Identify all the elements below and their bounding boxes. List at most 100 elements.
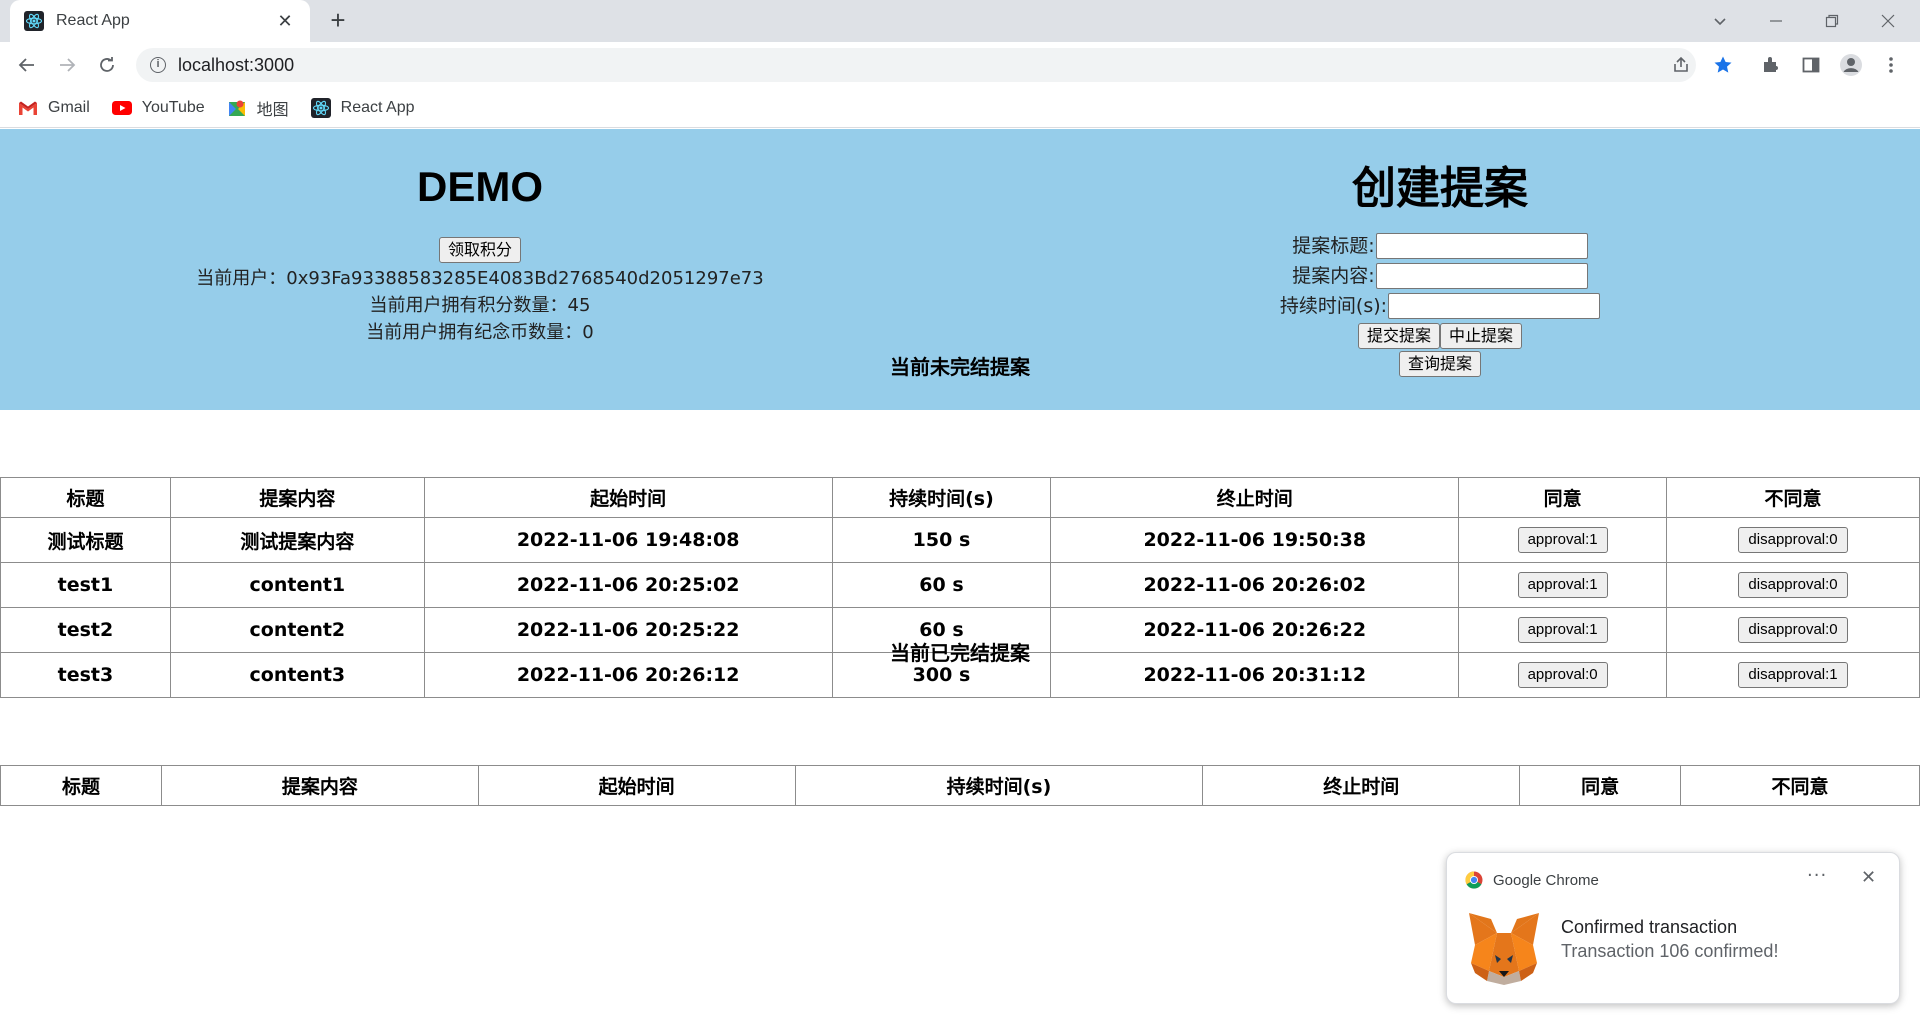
column-header: 提案内容	[160, 765, 479, 806]
finished-proposals-heading: 当前已完结提案	[890, 641, 1030, 665]
bookmark-youtube[interactable]: YouTube	[111, 98, 205, 118]
side-panel-icon[interactable]	[1796, 50, 1826, 80]
finished-proposals-table: 标题 提案内容 起始时间 持续时间(s) 终止时间 同意 不同意	[0, 765, 1920, 806]
new-tab-icon[interactable]: +	[324, 6, 352, 34]
column-header: 终止时间	[1050, 477, 1460, 518]
column-header: 终止时间	[1202, 765, 1521, 806]
claim-points-button[interactable]: 领取积分	[438, 237, 521, 263]
proposal-content-input[interactable]	[1375, 263, 1588, 289]
back-icon[interactable]	[10, 48, 44, 82]
youtube-icon	[111, 98, 132, 118]
proposal-content-row: 提案内容:	[960, 261, 1920, 291]
column-header: 起始时间	[477, 765, 796, 806]
cell-title: 测试标题	[0, 517, 171, 563]
bookmark-gmail[interactable]: Gmail	[18, 98, 90, 118]
bookmark-label: Gmail	[48, 98, 90, 116]
proposal-content-label: 提案内容:	[1292, 265, 1375, 287]
column-header: 持续时间(s)	[831, 477, 1052, 518]
chrome-icon	[1465, 871, 1483, 889]
reload-icon[interactable]	[90, 48, 124, 82]
proposal-title-input[interactable]	[1375, 233, 1588, 259]
react-icon	[310, 97, 331, 118]
proposal-duration-label: 持续时间(s):	[1279, 295, 1388, 317]
column-header: 同意	[1458, 477, 1668, 518]
table-row: 测试标题 测试提案内容 2022-11-06 19:48:08 150 s 20…	[0, 517, 1920, 563]
demo-title: DEMO	[417, 163, 543, 210]
minimize-icon[interactable]	[1746, 0, 1806, 42]
notification-header: Google Chrome	[1465, 871, 1599, 889]
tab-close-icon[interactable]: ✕	[274, 11, 296, 32]
gmail-icon	[18, 98, 38, 118]
notification-title: Confirmed transaction	[1561, 917, 1738, 937]
extensions-icon[interactable]	[1756, 50, 1786, 80]
browser-tab[interactable]: React App ✕	[10, 0, 310, 42]
cell-disapproval: disapproval:0	[1666, 517, 1920, 563]
cell-start: 2022-11-06 20:25:02	[423, 562, 833, 608]
proposal-title-row: 提案标题:	[960, 231, 1920, 261]
ongoing-proposals-heading: 当前未完结提案	[890, 355, 1030, 379]
share-icon[interactable]	[1666, 50, 1696, 80]
menu-kebab-icon[interactable]	[1876, 50, 1906, 80]
stop-proposal-button[interactable]: 中止提案	[1440, 323, 1523, 349]
bookmark-react-app[interactable]: React App	[310, 97, 415, 118]
tab-search-icon[interactable]	[1690, 0, 1750, 42]
approval-button[interactable]: approval:1	[1517, 572, 1608, 598]
metamask-fox-icon	[1469, 913, 1539, 985]
points-text: 当前用户拥有积分数量：45	[369, 295, 591, 316]
column-header: 持续时间(s)	[794, 765, 1204, 806]
cell-approval: approval:1	[1458, 562, 1668, 608]
table-header-row: 标题 提案内容 起始时间 持续时间(s) 终止时间 同意 不同意	[0, 477, 1920, 518]
restore-icon[interactable]	[1802, 0, 1862, 42]
notification-body: Transaction 106 confirmed!	[1561, 941, 1779, 961]
column-header: 提案内容	[169, 477, 425, 518]
cell-approval: approval:1	[1458, 517, 1668, 563]
proposal-duration-row: 持续时间(s):	[960, 291, 1920, 321]
demo-section: DEMO 领取积分 当前用户：0x93Fa93388583285E4083Bd2…	[0, 129, 960, 346]
close-icon[interactable]: ✕	[1861, 867, 1876, 888]
notification-app-name: Google Chrome	[1493, 871, 1599, 889]
proposal-duration-input[interactable]	[1388, 293, 1601, 319]
create-proposal-section: 创建提案 提案标题: 提案内容: 持续时间(s): 提交提案 中止提案 查询提案	[960, 129, 1920, 377]
close-window-icon[interactable]	[1858, 0, 1918, 42]
table-header-row: 标题 提案内容 起始时间 持续时间(s) 终止时间 同意 不同意	[0, 765, 1920, 806]
tab-title: React App	[56, 12, 130, 29]
bookmark-label: YouTube	[141, 98, 205, 116]
bookmarks-bar: Gmail YouTube 地图 React App	[0, 88, 1920, 128]
cell-end: 2022-11-06 20:26:02	[1050, 562, 1460, 608]
cell-duration: 150 s	[831, 517, 1052, 563]
column-header: 起始时间	[423, 477, 833, 518]
bookmark-maps[interactable]: 地图	[227, 96, 289, 120]
column-header: 不同意	[1666, 477, 1920, 518]
submit-proposal-button[interactable]: 提交提案	[1357, 323, 1440, 349]
cell-content: 测试提案内容	[169, 517, 425, 563]
column-header: 不同意	[1680, 765, 1920, 806]
site-info-icon[interactable]: i	[150, 57, 166, 73]
table-row: test1 content1 2022-11-06 20:25:02 60 s …	[0, 562, 1920, 608]
browser-toolbar: i localhost:3000	[0, 42, 1920, 88]
react-icon	[24, 11, 44, 31]
cell-title: test1	[0, 562, 171, 608]
bookmark-label: 地图	[256, 101, 289, 119]
more-options-icon[interactable]: ···	[1807, 865, 1827, 886]
disapproval-button[interactable]: disapproval:0	[1738, 527, 1848, 553]
cell-content: content1	[169, 562, 425, 608]
forward-icon[interactable]	[50, 48, 84, 82]
create-proposal-title: 创建提案	[1352, 163, 1528, 214]
profile-avatar-icon[interactable]	[1836, 50, 1866, 80]
url-text: localhost:3000	[178, 54, 295, 75]
current-user-text: 当前用户：0x93Fa93388583285E4083Bd2768540d205…	[196, 268, 764, 289]
column-header: 标题	[0, 765, 162, 806]
cell-start: 2022-11-06 19:48:08	[423, 517, 833, 563]
proposal-title-label: 提案标题:	[1292, 235, 1375, 257]
chrome-notification[interactable]: Google Chrome ··· ✕ Confirmed transactio…	[1446, 852, 1900, 1004]
cell-disapproval: disapproval:0	[1666, 562, 1920, 608]
column-header: 标题	[0, 477, 171, 518]
cell-duration: 60 s	[831, 562, 1052, 608]
approval-button[interactable]: approval:1	[1517, 527, 1608, 553]
coins-text: 当前用户拥有纪念币数量：0	[366, 322, 594, 343]
disapproval-button[interactable]: disapproval:0	[1738, 572, 1848, 598]
bookmark-label: React App	[340, 98, 415, 116]
tab-strip: React App ✕ +	[0, 0, 1920, 42]
bookmark-star-icon[interactable]	[1708, 50, 1738, 80]
address-bar[interactable]: i localhost:3000	[136, 48, 1696, 82]
